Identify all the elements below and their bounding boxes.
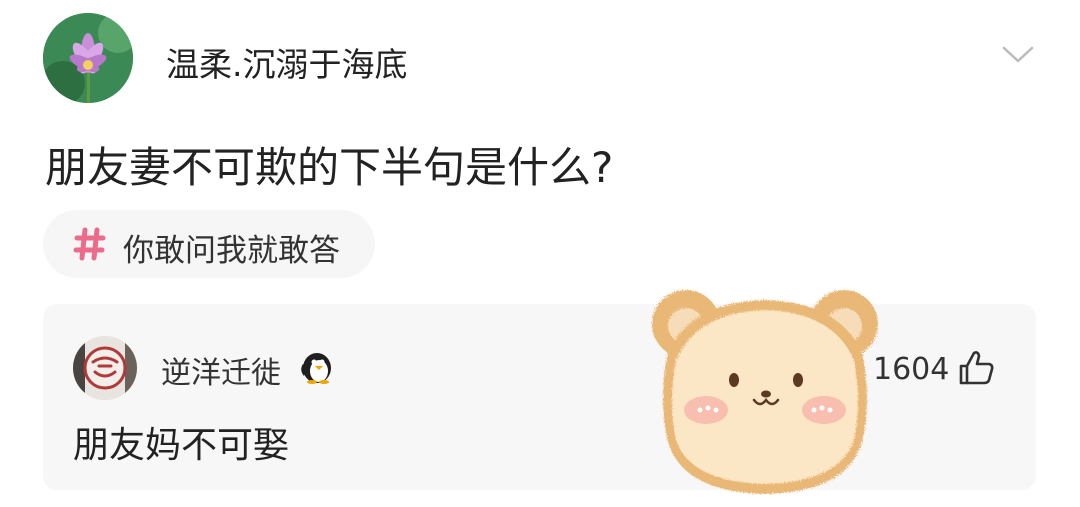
lotus-avatar-icon — [43, 13, 133, 103]
commenter-name[interactable]: 逆洋迁徙 — [161, 348, 281, 392]
comment-text[interactable]: 朋友妈不可娶 — [73, 416, 289, 468]
penguin-icon — [301, 353, 331, 384]
chevron-down-icon[interactable] — [1000, 42, 1036, 66]
commenter-avatar[interactable] — [73, 336, 137, 400]
author-avatar[interactable] — [43, 13, 133, 103]
question-title[interactable]: 朋友妻不可欺的下半句是什么? — [45, 134, 613, 195]
bear-sticker — [652, 290, 878, 494]
stamp-avatar-icon — [73, 336, 137, 400]
hash-icon — [73, 227, 106, 261]
author-name[interactable]: 温柔.沉溺于海底 — [166, 38, 408, 86]
topic-tag[interactable]: 你敢问我就敢答 — [43, 210, 375, 278]
thumbs-up-icon[interactable] — [956, 348, 996, 388]
topic-label: 你敢问我就敢答 — [123, 233, 340, 269]
